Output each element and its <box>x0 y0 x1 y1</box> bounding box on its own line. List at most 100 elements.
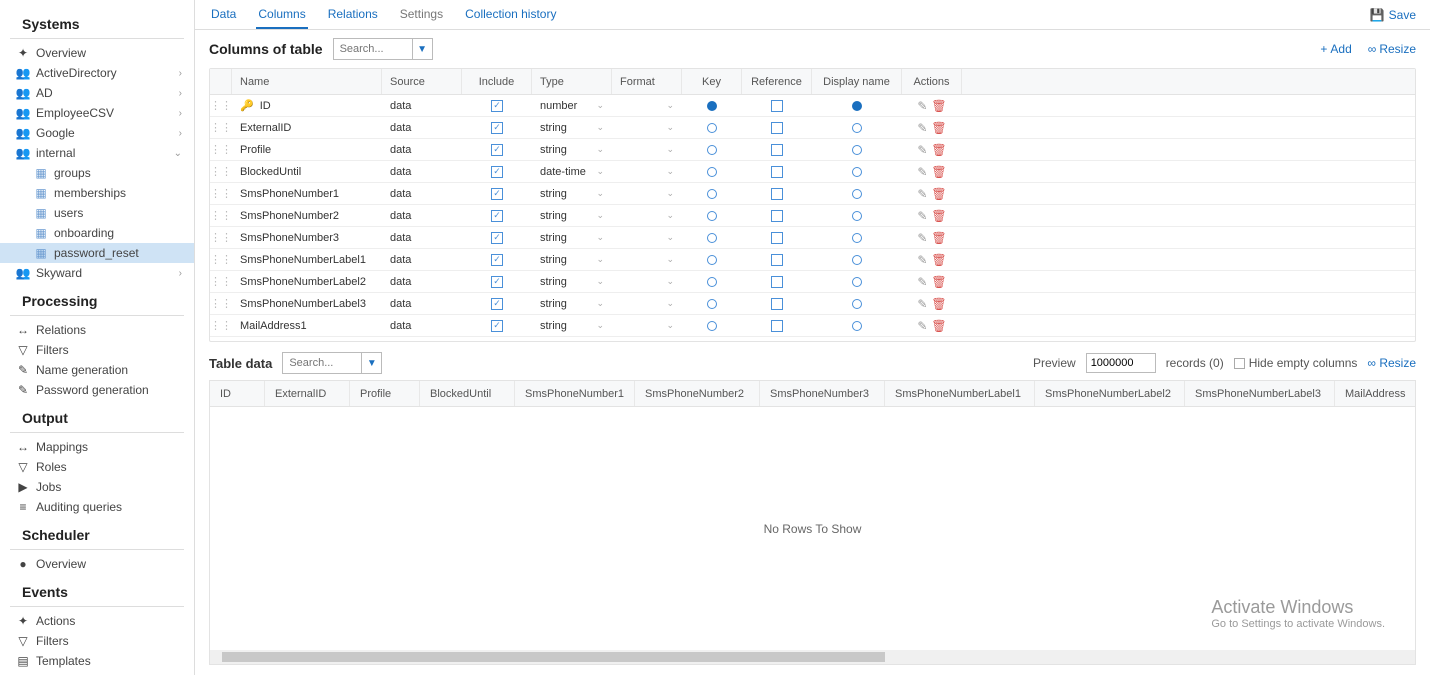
delete-icon[interactable]: 🗑 <box>931 143 946 157</box>
tab-data[interactable]: Data <box>209 1 238 29</box>
reference-checkbox[interactable] <box>742 298 812 310</box>
reference-checkbox[interactable] <box>742 122 812 134</box>
format-select[interactable]: ⌄ <box>612 320 682 331</box>
key-radio[interactable] <box>682 123 742 133</box>
sidebar-item-ad[interactable]: 👥AD› <box>0 83 194 103</box>
sidebar-item-password-generation[interactable]: ✎Password generation <box>0 380 194 400</box>
cell-name[interactable]: SmsPhoneNumberLabel1 <box>232 254 382 266</box>
drag-handle-icon[interactable]: ⋮⋮ <box>210 209 232 222</box>
edit-icon[interactable]: ✎ <box>917 143 927 157</box>
key-radio[interactable] <box>682 233 742 243</box>
sidebar-item-password_reset[interactable]: ▦password_reset <box>0 243 194 263</box>
type-select[interactable]: string⌄ <box>532 188 612 200</box>
columns-search-dropdown[interactable]: ▼ <box>413 38 433 60</box>
include-checkbox[interactable]: ✓ <box>462 122 532 134</box>
resize-columns-button[interactable]: ∞ Resize <box>1368 42 1416 56</box>
delete-icon[interactable]: 🗑 <box>931 121 946 135</box>
key-radio[interactable] <box>682 211 742 221</box>
key-radio[interactable] <box>682 255 742 265</box>
displayname-radio[interactable] <box>812 167 902 177</box>
drag-handle-icon[interactable]: ⋮⋮ <box>210 231 232 244</box>
sidebar-item-memberships[interactable]: ▦memberships <box>0 183 194 203</box>
displayname-radio[interactable] <box>812 321 902 331</box>
sidebar-item-internal[interactable]: 👥internal⌄ <box>0 143 194 163</box>
edit-icon[interactable]: ✎ <box>917 187 927 201</box>
delete-icon[interactable]: 🗑 <box>931 297 946 311</box>
sidebar-item-overview[interactable]: ✦Overview <box>0 43 194 63</box>
data-col-smsphonenumberlabel2[interactable]: SmsPhoneNumberLabel2 <box>1035 381 1185 406</box>
data-col-mailaddress[interactable]: MailAddress <box>1335 381 1415 406</box>
type-select[interactable]: date-time⌄ <box>532 166 612 178</box>
key-radio[interactable] <box>682 321 742 331</box>
displayname-radio[interactable] <box>812 101 902 111</box>
horizontal-scrollbar[interactable] <box>210 650 1415 664</box>
tab-relations[interactable]: Relations <box>326 1 380 29</box>
col-header-type[interactable]: Type <box>532 69 612 94</box>
type-select[interactable]: string⌄ <box>532 232 612 244</box>
displayname-radio[interactable] <box>812 189 902 199</box>
key-radio[interactable] <box>682 167 742 177</box>
displayname-radio[interactable] <box>812 299 902 309</box>
sidebar-item-roles[interactable]: ▽Roles <box>0 457 194 477</box>
data-col-smsphonenumber2[interactable]: SmsPhoneNumber2 <box>635 381 760 406</box>
type-select[interactable]: string⌄ <box>532 122 612 134</box>
columns-search-input[interactable] <box>333 38 413 60</box>
reference-checkbox[interactable] <box>742 188 812 200</box>
key-radio[interactable] <box>682 299 742 309</box>
reference-checkbox[interactable] <box>742 166 812 178</box>
format-select[interactable]: ⌄ <box>612 188 682 199</box>
include-checkbox[interactable]: ✓ <box>462 210 532 222</box>
format-select[interactable]: ⌄ <box>612 276 682 287</box>
edit-icon[interactable]: ✎ <box>917 297 927 311</box>
edit-icon[interactable]: ✎ <box>917 165 927 179</box>
data-col-profile[interactable]: Profile <box>350 381 420 406</box>
hide-empty-checkbox[interactable]: Hide empty columns <box>1234 356 1358 370</box>
displayname-radio[interactable] <box>812 123 902 133</box>
sidebar-item-onboarding[interactable]: ▦onboarding <box>0 223 194 243</box>
type-select[interactable]: string⌄ <box>532 254 612 266</box>
reference-checkbox[interactable] <box>742 254 812 266</box>
include-checkbox[interactable]: ✓ <box>462 298 532 310</box>
include-checkbox[interactable]: ✓ <box>462 276 532 288</box>
sidebar-item-users[interactable]: ▦users <box>0 203 194 223</box>
include-checkbox[interactable]: ✓ <box>462 144 532 156</box>
cell-name[interactable]: SmsPhoneNumberLabel3 <box>232 298 382 310</box>
edit-icon[interactable]: ✎ <box>917 253 927 267</box>
delete-icon[interactable]: 🗑 <box>931 187 946 201</box>
cell-name[interactable]: ExternalID <box>232 122 382 134</box>
col-header-reference[interactable]: Reference <box>742 69 812 94</box>
delete-icon[interactable]: 🗑 <box>931 99 946 113</box>
delete-icon[interactable]: 🗑 <box>931 231 946 245</box>
format-select[interactable]: ⌄ <box>612 254 682 265</box>
reference-checkbox[interactable] <box>742 210 812 222</box>
sidebar-item-skyward[interactable]: 👥Skyward› <box>0 263 194 283</box>
key-radio[interactable] <box>682 145 742 155</box>
sidebar-item-filters[interactable]: ▽Filters <box>0 340 194 360</box>
drag-handle-icon[interactable]: ⋮⋮ <box>210 165 232 178</box>
sidebar-item-relations[interactable]: ↔Relations <box>0 320 194 340</box>
table-data-search-input[interactable] <box>282 352 362 374</box>
drag-handle-icon[interactable]: ⋮⋮ <box>210 143 232 156</box>
key-radio[interactable] <box>682 189 742 199</box>
format-select[interactable]: ⌄ <box>612 298 682 309</box>
type-select[interactable]: string⌄ <box>532 276 612 288</box>
include-checkbox[interactable]: ✓ <box>462 100 532 112</box>
drag-handle-icon[interactable]: ⋮⋮ <box>210 319 232 332</box>
include-checkbox[interactable]: ✓ <box>462 320 532 332</box>
sidebar-item-employeecsv[interactable]: 👥EmployeeCSV› <box>0 103 194 123</box>
data-col-smsphonenumber3[interactable]: SmsPhoneNumber3 <box>760 381 885 406</box>
resize-table-button[interactable]: ∞ Resize <box>1367 356 1416 370</box>
sidebar-item-groups[interactable]: ▦groups <box>0 163 194 183</box>
delete-icon[interactable]: 🗑 <box>931 209 946 223</box>
sidebar-item-mappings[interactable]: ↔Mappings <box>0 437 194 457</box>
reference-checkbox[interactable] <box>742 276 812 288</box>
type-select[interactable]: string⌄ <box>532 210 612 222</box>
delete-icon[interactable]: 🗑 <box>931 341 946 342</box>
type-select[interactable]: number⌄ <box>532 100 612 112</box>
col-header-format[interactable]: Format <box>612 69 682 94</box>
data-col-id[interactable]: ID <box>210 381 265 406</box>
sidebar-item-activedirectory[interactable]: 👥ActiveDirectory› <box>0 63 194 83</box>
edit-icon[interactable]: ✎ <box>917 99 927 113</box>
edit-icon[interactable]: ✎ <box>917 121 927 135</box>
cell-name[interactable]: SmsPhoneNumberLabel2 <box>232 276 382 288</box>
